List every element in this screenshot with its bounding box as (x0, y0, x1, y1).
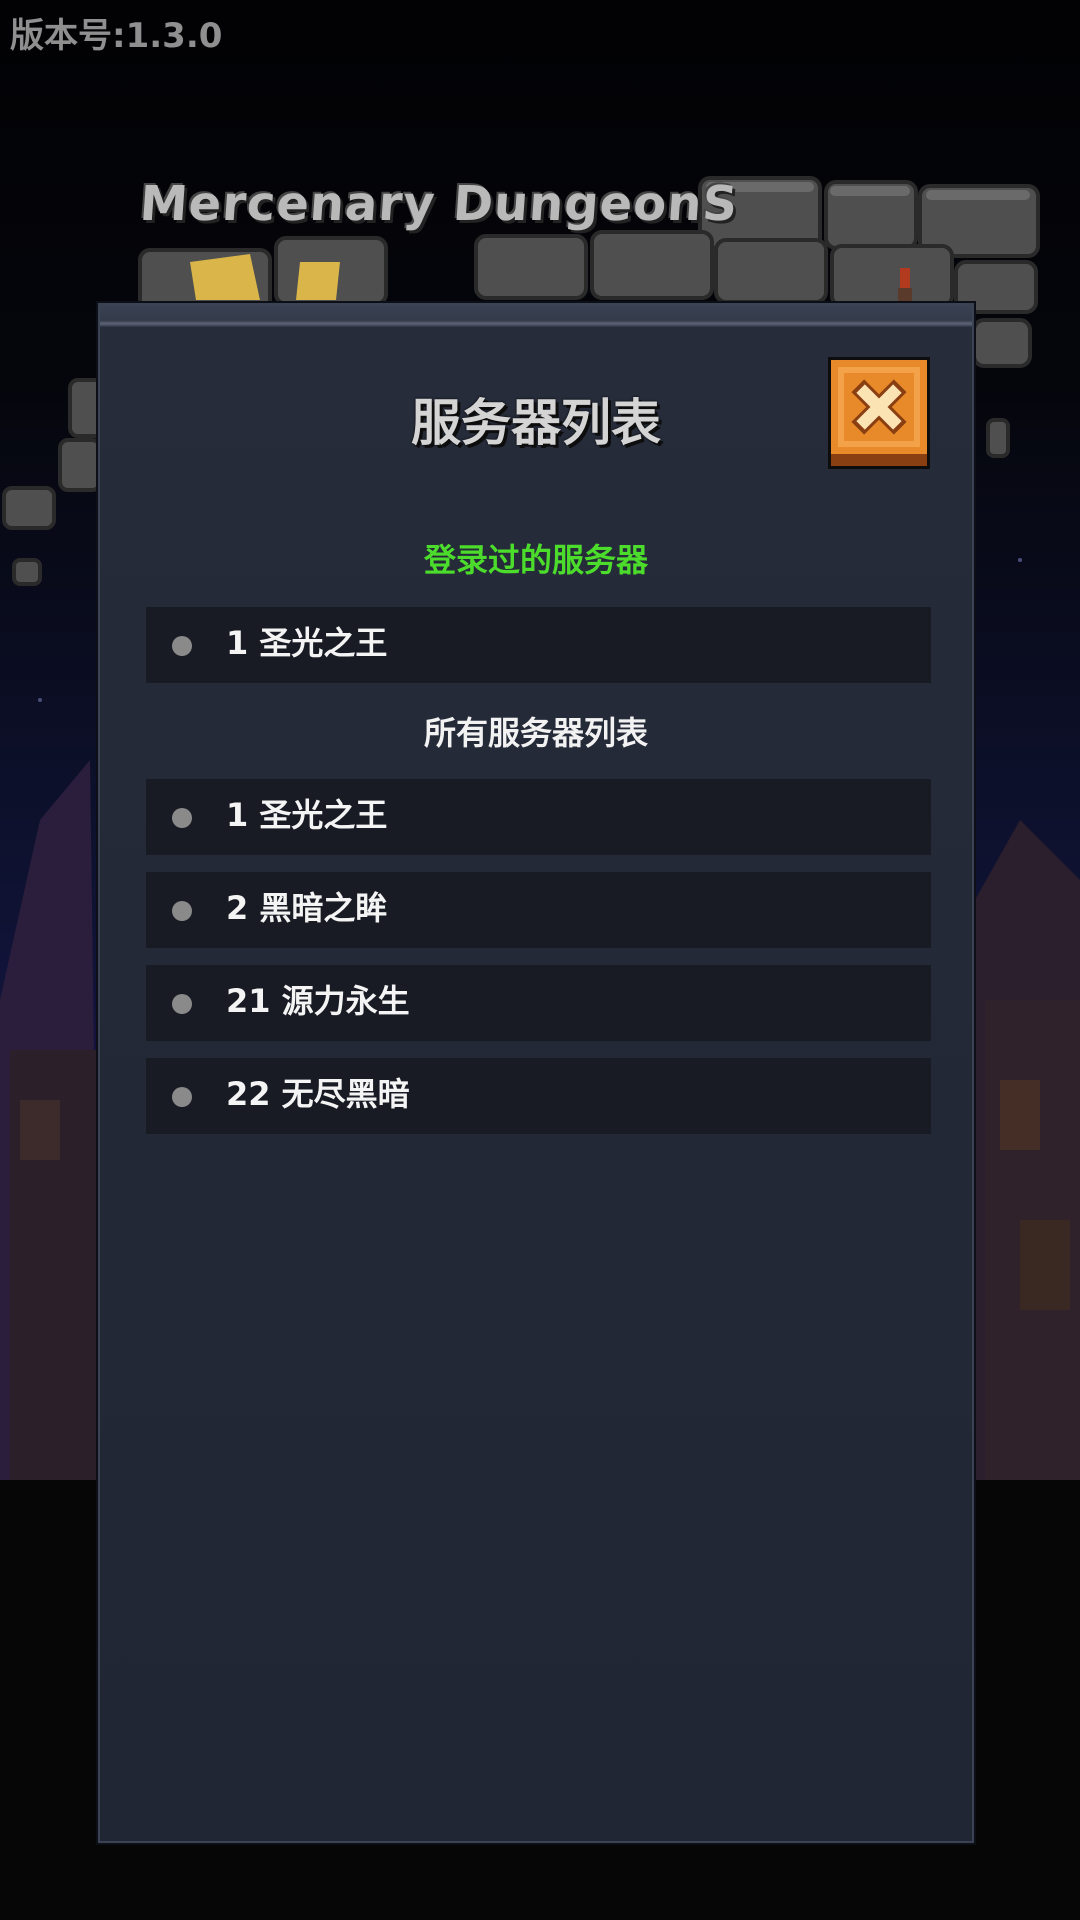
version-label: 版本号:1.3.0 (10, 16, 223, 56)
all-servers-label: 所有服务器列表 (423, 714, 648, 752)
server-name: 1 圣光之王 (226, 624, 388, 662)
close-button[interactable] (828, 357, 930, 469)
server-row[interactable]: 22 无尽黑暗 (146, 1058, 931, 1134)
server-name: 2 黑暗之眸 (226, 889, 388, 927)
dialog-top-bar (100, 305, 972, 327)
server-list-dialog: 服务器列表 登录过的服务器 1 圣光之王 所有服务器列表 1 圣光之王 2 黑暗… (98, 303, 974, 1843)
server-row[interactable]: 1 圣光之王 (146, 779, 931, 855)
server-name: 21 源力永生 (226, 982, 410, 1020)
server-status-dot (172, 808, 192, 828)
server-row[interactable]: 2 黑暗之眸 (146, 872, 931, 948)
server-name: 1 圣光之王 (226, 796, 388, 834)
server-name: 22 无尽黑暗 (226, 1075, 410, 1113)
server-status-dot (172, 901, 192, 921)
server-status-dot (172, 1087, 192, 1107)
server-row[interactable]: 21 源力永生 (146, 965, 931, 1041)
close-icon (828, 357, 930, 469)
server-status-dot (172, 994, 192, 1014)
recent-servers-label: 登录过的服务器 (423, 541, 648, 579)
game-logo-text: Mercenary DungeonS (138, 176, 741, 232)
recent-server-row[interactable]: 1 圣光之王 (146, 607, 931, 683)
server-status-dot (172, 636, 192, 656)
